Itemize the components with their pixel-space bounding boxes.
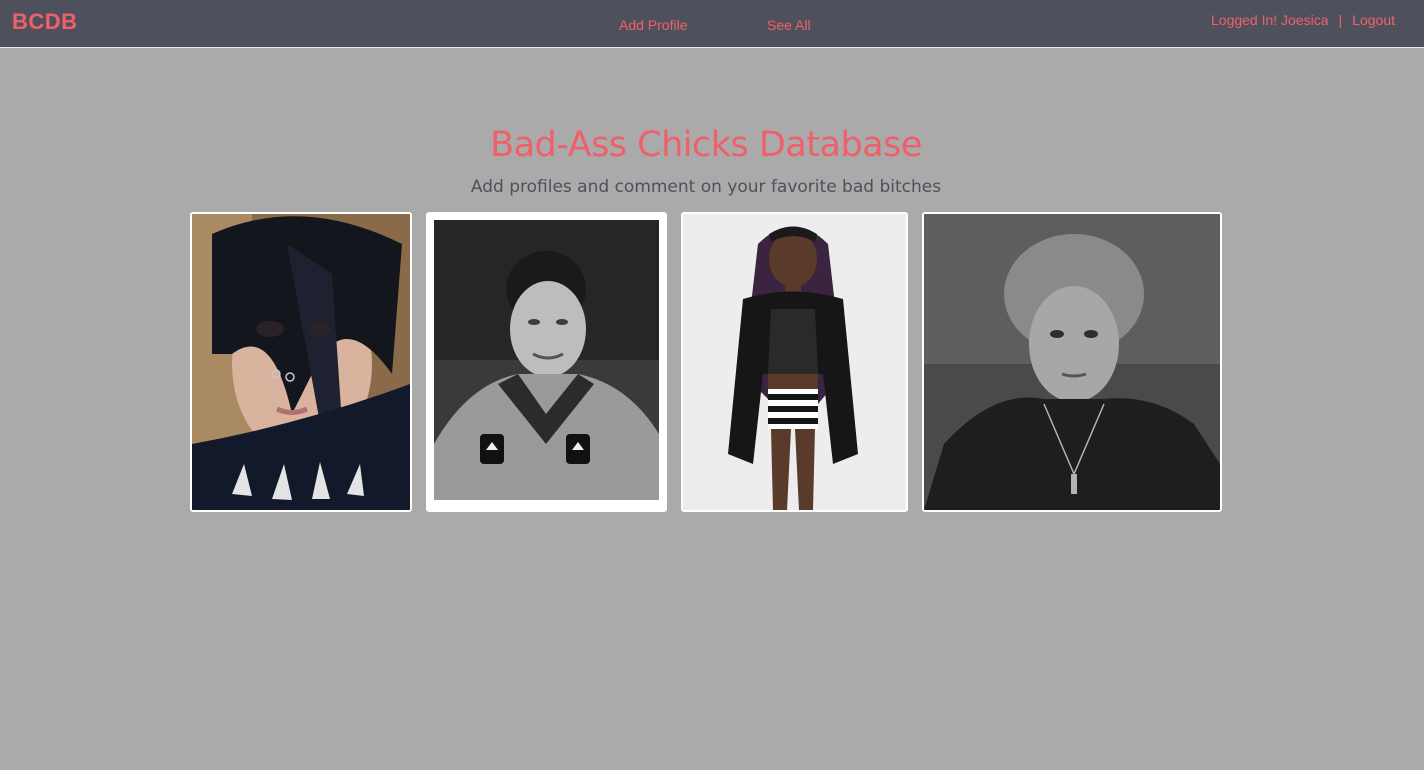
logout-link[interactable]: Logout [1352,12,1395,28]
see-all-link[interactable]: See All [767,17,811,33]
top-navbar: BCDB Add Profile See All Logged In! Joes… [0,0,1424,48]
historical-woman-portrait-photo [924,214,1220,510]
profile-card[interactable] [426,212,667,512]
punk-woman-portrait-photo [192,214,410,510]
user-status-text: Logged In! Joesica [1211,12,1329,28]
fashion-model-full-body-photo [683,214,906,510]
user-area: Logged In! Joesica | Logout [1211,12,1395,28]
add-profile-link[interactable]: Add Profile [619,17,687,33]
profile-card[interactable] [922,212,1222,512]
page-subtitle: Add profiles and comment on your favorit… [470,177,942,197]
page-title: Bad-Ass Chicks Database [490,125,922,165]
profile-card[interactable] [190,212,412,512]
nav-separator: | [1338,12,1343,28]
graduation-gown-portrait-photo [428,214,665,510]
brand-logo-link[interactable]: BCDB [12,9,78,35]
profile-card[interactable] [681,212,908,512]
